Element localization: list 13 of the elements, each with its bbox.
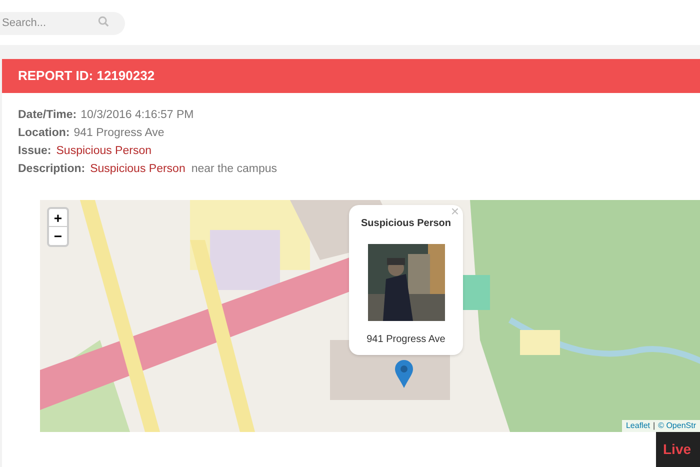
- search-field[interactable]: Search...: [0, 12, 125, 35]
- field-label: Location:: [18, 126, 70, 141]
- field-label: Issue:: [18, 144, 52, 159]
- field-value: Suspicious Person: [56, 144, 152, 159]
- field-value: Suspicious Person: [90, 162, 186, 177]
- field-value: near the campus: [191, 162, 278, 177]
- field-label: Description:: [18, 162, 86, 177]
- report-title: REPORT ID: 12190232: [18, 67, 155, 86]
- field-label: Date/Time:: [18, 108, 77, 123]
- live-button[interactable]: Live: [656, 432, 700, 467]
- field-value: 10/3/2016 4:16:57 PM: [80, 108, 194, 123]
- field-value: 941 Progress Ave: [74, 126, 164, 141]
- search-icon: [98, 16, 109, 28]
